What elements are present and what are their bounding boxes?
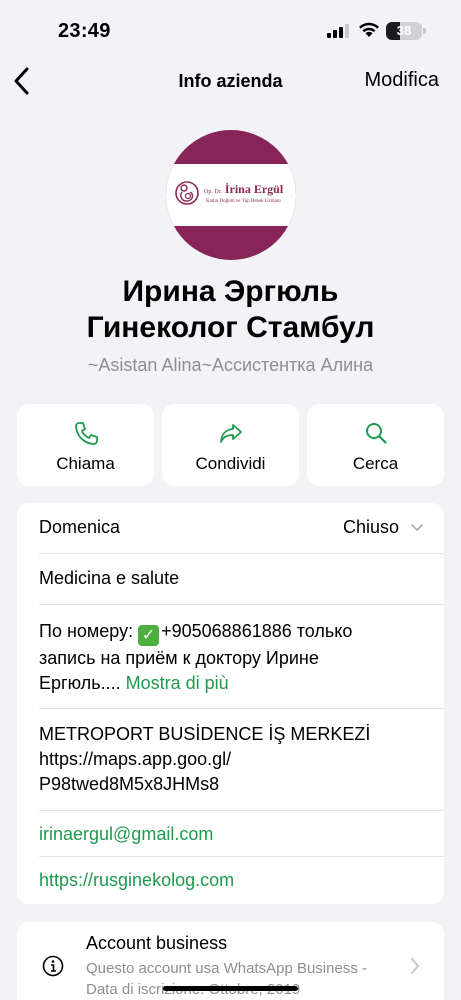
business-account-desc: Questo account usa WhatsApp Business - D… bbox=[86, 958, 406, 1000]
description-line2: запись на приём к доктору Ирине bbox=[39, 648, 319, 668]
address-line1: METROPORT BUSİDENCE İŞ MERKEZİ bbox=[39, 724, 371, 744]
phone-icon bbox=[75, 422, 98, 445]
share-label: Condividi bbox=[195, 454, 266, 473]
address-row[interactable]: METROPORT BUSİDENCE İŞ MERKEZİ https://m… bbox=[39, 722, 444, 797]
business-account-title: Account business bbox=[86, 933, 228, 953]
search-button[interactable]: Cerca bbox=[307, 404, 444, 486]
hours-day: Domenica bbox=[39, 517, 121, 537]
logo-mother-baby-icon bbox=[175, 181, 199, 205]
email-link[interactable]: irinaergul@gmail.com bbox=[39, 822, 444, 847]
divider bbox=[39, 810, 444, 811]
description-line3: Ергюль.... Mostra di più bbox=[39, 671, 444, 696]
info-icon bbox=[42, 955, 64, 977]
battery-level: 38 bbox=[396, 23, 412, 38]
battery-icon: 38 bbox=[386, 22, 422, 40]
hours-status: Chiuso bbox=[342, 517, 399, 537]
checkmark-emoji-icon: ✓ bbox=[138, 625, 160, 646]
website-link[interactable]: https://rusginekolog.com bbox=[39, 868, 444, 893]
show-more-link[interactable]: Mostra di più bbox=[126, 673, 229, 693]
home-indicator[interactable] bbox=[163, 986, 298, 991]
divider bbox=[39, 553, 444, 554]
hours-status-group: Chiuso bbox=[343, 515, 424, 540]
call-button[interactable]: Chiama bbox=[17, 404, 154, 486]
status-time: 23:49 bbox=[58, 20, 111, 42]
category-row: Medicina e salute bbox=[39, 568, 180, 588]
wifi-icon bbox=[359, 22, 379, 37]
business-name-line2: Гинеколог Стамбул bbox=[86, 311, 375, 344]
description-line1: По номеру: ✓ +905068861886 только bbox=[39, 619, 444, 646]
business-desc-line1: Questo account usa WhatsApp Business - bbox=[86, 960, 367, 977]
business-info-card: Domenica Chiuso Medicina e salute По ном… bbox=[17, 503, 444, 904]
call-label: Chiama bbox=[56, 454, 115, 473]
description-row: По номеру: ✓ +905068861886 только запись … bbox=[39, 619, 444, 696]
description-phone: +905068861886 только bbox=[161, 621, 353, 641]
description-prefix: По номеру: bbox=[39, 621, 139, 641]
edit-button[interactable]: Modifica bbox=[365, 69, 439, 92]
business-subtitle: ~Asistan Alina~Ассистентка Алина bbox=[87, 355, 374, 375]
address-line2: https://maps.app.goo.gl/ bbox=[39, 749, 232, 769]
logo-tagline: Kadın Doğum ve Tüp Bebek Uzmanı bbox=[206, 199, 281, 204]
logo-name: İrina Ergül bbox=[224, 182, 284, 196]
chevron-right-icon bbox=[411, 958, 420, 974]
search-icon bbox=[366, 423, 387, 444]
business-name: Ирина Эргюль Гинеколог Стамбул bbox=[0, 274, 461, 346]
description-tail: Ергюль.... bbox=[39, 673, 121, 693]
share-button[interactable]: Condividi bbox=[162, 404, 299, 486]
battery-cap bbox=[423, 28, 426, 34]
divider bbox=[39, 604, 444, 605]
chevron-down-icon bbox=[411, 524, 423, 532]
cellular-signal-icon bbox=[327, 24, 349, 38]
business-name-line1: Ирина Эргюль bbox=[122, 275, 339, 308]
search-label: Cerca bbox=[352, 454, 399, 473]
address-line3: P98twed8M5x8JHMs8 bbox=[39, 774, 220, 794]
logo-title: Op. Dr. İrina Ergül bbox=[204, 182, 283, 197]
status-bar: 23:49 38 bbox=[0, 0, 461, 60]
logo-prefix: Op. Dr. bbox=[204, 189, 222, 195]
divider bbox=[39, 708, 444, 709]
avatar[interactable]: Op. Dr. İrina Ergül Kadın Doğum ve Tüp B… bbox=[166, 130, 296, 260]
share-icon bbox=[220, 424, 242, 443]
divider bbox=[39, 856, 444, 857]
hours-row[interactable]: Domenica Chiuso bbox=[39, 515, 444, 540]
